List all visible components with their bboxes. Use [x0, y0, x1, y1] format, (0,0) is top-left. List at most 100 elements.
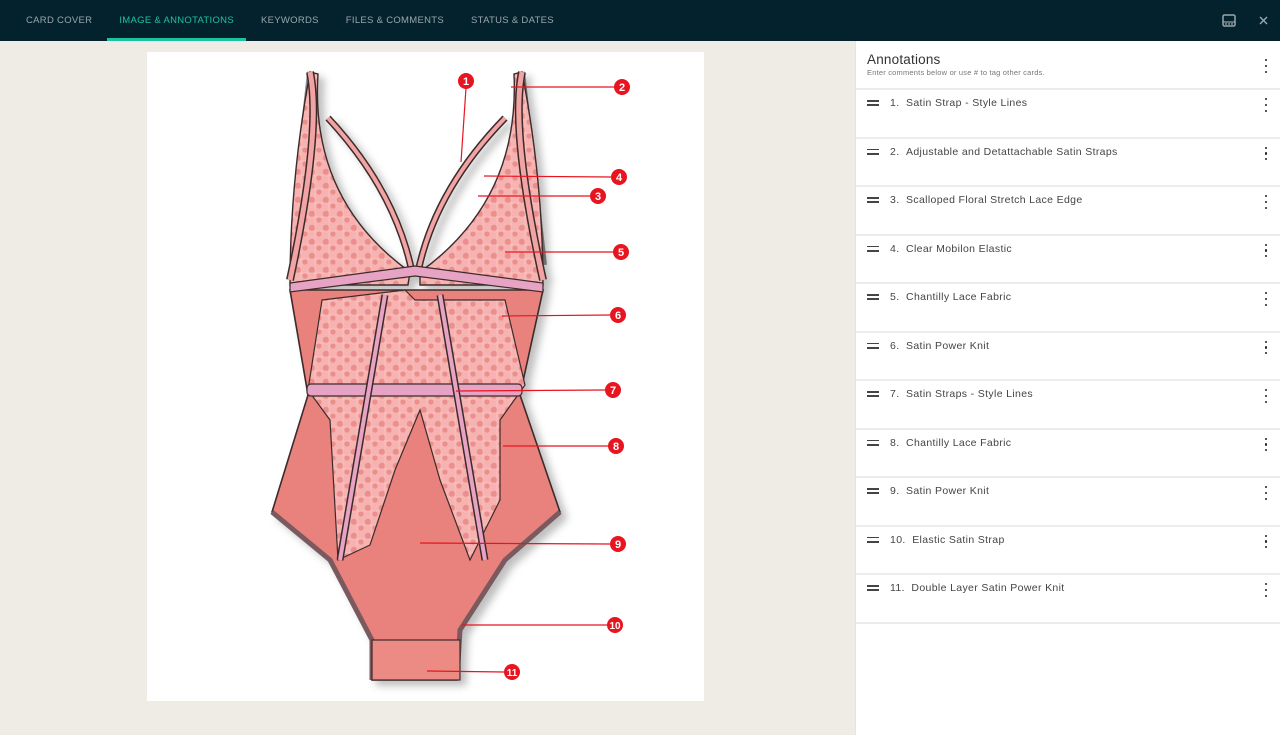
annotation-item-11[interactable]: 11. Double Layer Satin Power Knit — [856, 575, 1280, 624]
svg-text:4: 4 — [616, 172, 623, 184]
annotation-text: Adjustable and Detattachable Satin Strap… — [906, 145, 1118, 158]
close-icon — [1259, 16, 1267, 25]
marker-1[interactable]: 1 — [458, 73, 474, 89]
annotation-menu-button[interactable] — [1262, 195, 1270, 209]
annotation-number: 4. — [890, 242, 900, 255]
annotation-number: 9. — [890, 485, 900, 497]
marker-11[interactable]: 11 — [504, 664, 520, 680]
annotation-text: Scalloped Floral Stretch Lace Edge — [906, 194, 1083, 206]
annotation-menu-button[interactable] — [1262, 534, 1270, 549]
tab-keywords[interactable]: KEYWORDS — [249, 0, 331, 41]
annotation-number: 1. — [890, 97, 900, 109]
annotation-label: 4. Clear Mobilon Elastic — [890, 243, 1012, 255]
tab-label: STATUS & DATES — [471, 15, 554, 26]
annotation-number: 11. — [890, 582, 905, 594]
annotation-item-4[interactable]: 4. Clear Mobilon Elastic — [856, 236, 1280, 284]
annotation-label: 5. Chantilly Lace Fabric — [890, 291, 1011, 303]
annotation-item-2[interactable]: 2. Adjustable and Detattachable Satin St… — [856, 139, 1280, 187]
annotation-label: 11. Double Layer Satin Power Knit — [890, 582, 1065, 594]
annotation-item-6[interactable]: 6. Satin Power Knit — [856, 333, 1280, 381]
marker-3[interactable]: 3 — [590, 188, 606, 204]
tab-status-dates[interactable]: STATUS & DATES — [459, 0, 566, 41]
drag-handle-icon[interactable] — [867, 391, 879, 397]
annotated-image[interactable]: 1 2 4 3 5 6 7 8 9 10 11 — [147, 52, 704, 701]
annotation-item-8[interactable]: 8. Chantilly Lace Fabric — [856, 430, 1280, 478]
annotation-number: 6. — [890, 339, 900, 352]
drag-handle-icon[interactable] — [867, 585, 879, 591]
annotation-text: Satin Power Knit — [906, 485, 990, 497]
annotation-menu-button[interactable] — [1262, 437, 1270, 452]
annotation-label: 8. Chantilly Lace Fabric — [890, 437, 1011, 449]
annotation-label: 3. Scalloped Floral Stretch Lace Edge — [890, 194, 1083, 206]
garment-illustration: 1 2 4 3 5 6 7 8 9 10 11 — [270, 71, 630, 681]
drag-handle-icon[interactable] — [867, 342, 879, 349]
marker-7[interactable]: 7 — [605, 382, 621, 398]
tab-label: KEYWORDS — [260, 15, 319, 26]
tab-label: FILES & COMMENTS — [345, 15, 445, 26]
panel-header: Annotations Enter comments below or use … — [856, 41, 1280, 90]
annotation-menu-button[interactable] — [1262, 243, 1270, 258]
svg-text:5: 5 — [618, 247, 624, 259]
annotation-item-10[interactable]: 10. Elastic Satin Strap — [856, 527, 1280, 575]
marker-9[interactable]: 9 — [610, 536, 626, 552]
annotation-item-7[interactable]: 7. Satin Straps - Style Lines — [856, 381, 1280, 430]
annotation-text: Double Layer Satin Power Knit — [911, 582, 1065, 594]
tab-files-comments[interactable]: FILES & COMMENTS — [334, 0, 456, 41]
annotation-label: 2. Adjustable and Detattachable Satin St… — [890, 146, 1118, 158]
annotation-text: Satin Straps - Style Lines — [906, 388, 1034, 400]
annotation-text: Chantilly Lace Fabric — [906, 291, 1012, 303]
waist-band — [306, 383, 523, 397]
annotation-number: 7. — [890, 388, 900, 400]
marker-5[interactable]: 5 — [613, 244, 629, 260]
tab-image-annotations[interactable]: IMAGE & ANNOTATIONS — [107, 0, 246, 41]
annotation-menu-button[interactable] — [1262, 146, 1270, 161]
marker-6[interactable]: 6 — [610, 307, 626, 323]
annotation-menu-button[interactable] — [1262, 340, 1270, 355]
panel-layout-button[interactable] — [1212, 0, 1246, 41]
image-canvas: 1 2 4 3 5 6 7 8 9 10 11 — [0, 41, 855, 735]
annotation-menu-button[interactable] — [1262, 292, 1270, 306]
panel-title: Annotations — [867, 52, 941, 67]
drag-handle-icon[interactable] — [867, 148, 879, 155]
drag-handle-icon[interactable] — [867, 488, 879, 494]
annotation-label: 7. Satin Straps - Style Lines — [890, 388, 1033, 400]
drag-handle-icon[interactable] — [867, 439, 879, 446]
annotation-menu-button[interactable] — [1262, 389, 1270, 403]
annotation-text: Chantilly Lace Fabric — [906, 436, 1012, 449]
marker-4[interactable]: 4 — [611, 169, 627, 185]
marker-10[interactable]: 10 — [607, 617, 623, 633]
svg-text:10: 10 — [609, 621, 621, 632]
annotation-menu-button[interactable] — [1262, 583, 1270, 597]
drag-handle-icon[interactable] — [867, 245, 879, 252]
drag-handle-icon[interactable] — [867, 197, 879, 203]
window-controls — [1212, 0, 1280, 41]
annotation-label: 9. Satin Power Knit — [890, 485, 989, 497]
annotation-item-1[interactable]: 1. Satin Strap - Style Lines — [856, 90, 1280, 139]
annotation-menu-button[interactable] — [1262, 98, 1270, 112]
drag-handle-icon[interactable] — [867, 294, 879, 300]
svg-text:11: 11 — [507, 668, 518, 679]
marker-8[interactable]: 8 — [608, 438, 624, 454]
annotation-label: 10. Elastic Satin Strap — [890, 534, 1005, 546]
drag-handle-icon[interactable] — [867, 536, 879, 543]
svg-text:6: 6 — [615, 310, 621, 322]
annotation-item-9[interactable]: 9. Satin Power Knit — [856, 478, 1280, 527]
close-button[interactable] — [1246, 0, 1280, 41]
annotation-number: 2. — [890, 145, 900, 158]
tab-bar: CARD COVER IMAGE & ANNOTATIONS KEYWORDS … — [14, 0, 569, 41]
annotation-text: Satin Strap - Style Lines — [906, 97, 1028, 109]
annotation-text: Clear Mobilon Elastic — [906, 242, 1012, 255]
annotation-number: 10. — [890, 533, 906, 546]
drag-handle-icon[interactable] — [867, 100, 879, 106]
annotation-text: Elastic Satin Strap — [912, 533, 1005, 546]
annotation-item-3[interactable]: 3. Scalloped Floral Stretch Lace Edge — [856, 187, 1280, 236]
annotation-menu-button[interactable] — [1262, 486, 1270, 500]
panel-menu-button[interactable] — [1262, 59, 1270, 73]
svg-text:8: 8 — [613, 441, 619, 453]
annotation-item-5[interactable]: 5. Chantilly Lace Fabric — [856, 284, 1280, 333]
tab-label: IMAGE & ANNOTATIONS — [119, 15, 234, 26]
tab-card-cover[interactable]: CARD COVER — [14, 0, 104, 41]
annotation-list: 1. Satin Strap - Style Lines 2. Adjustab… — [856, 90, 1280, 624]
marker-2[interactable]: 2 — [614, 79, 630, 95]
gusset — [371, 639, 461, 681]
